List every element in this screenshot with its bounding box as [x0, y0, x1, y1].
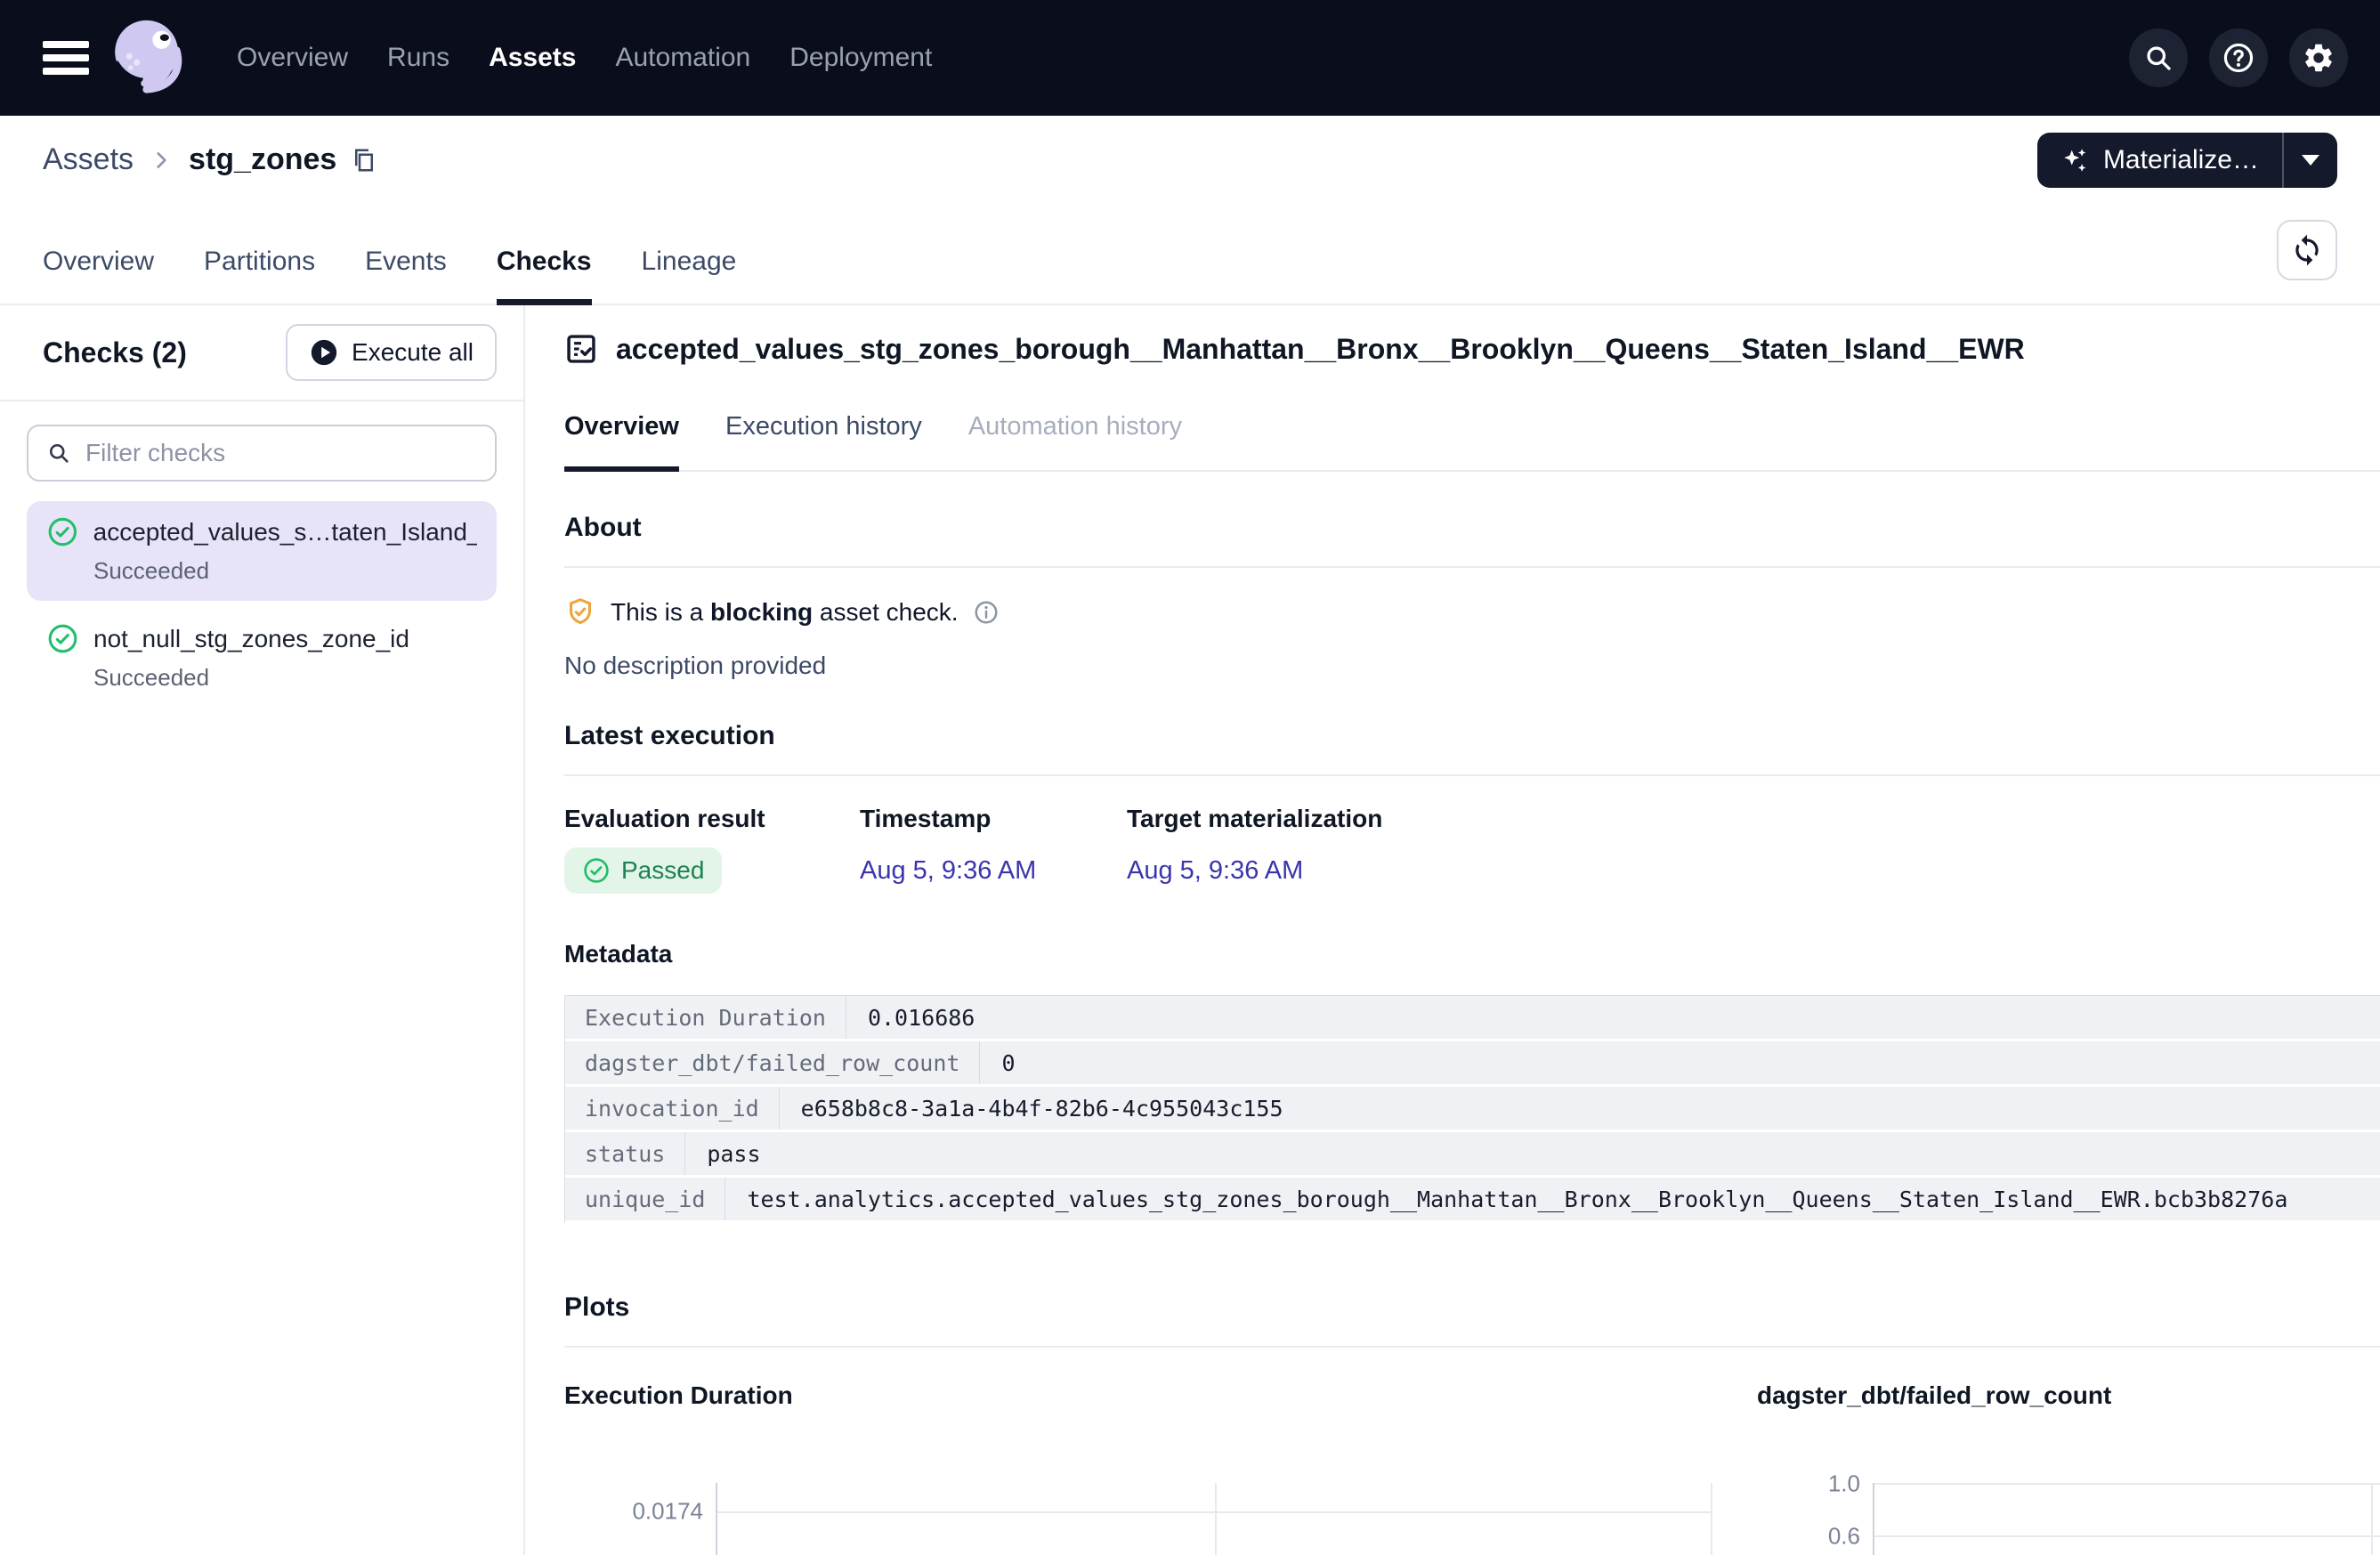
check-tab-automation-history[interactable]: Automation history	[968, 412, 1182, 470]
metadata-value: 0.016686	[846, 996, 2380, 1039]
failed-row-count-chart: dagster_dbt/failed_row_count 1.0 0.6	[1712, 1381, 2380, 1555]
play-circle-icon	[309, 337, 339, 368]
check-title: accepted_values_stg_zones_borough__Manha…	[616, 333, 2025, 366]
about-heading: About	[564, 513, 2380, 543]
metadata-value: test.analytics.accepted_values_stg_zones…	[725, 1178, 2380, 1220]
tab-lineage[interactable]: Lineage	[642, 247, 737, 304]
y-tick-label: 1.0	[1828, 1470, 1860, 1498]
checks-sidebar: Checks (2) Execute all	[0, 305, 525, 1555]
table-row: status pass	[565, 1132, 2380, 1178]
filter-checks-field[interactable]	[84, 438, 477, 468]
help-button[interactable]	[2209, 28, 2268, 87]
shield-check-icon	[564, 596, 596, 628]
nav-item-deployment[interactable]: Deployment	[789, 43, 932, 73]
success-check-icon	[46, 515, 79, 548]
metadata-value: 0	[980, 1041, 2380, 1084]
refresh-button[interactable]	[2277, 220, 2337, 280]
metadata-key: status	[565, 1132, 685, 1175]
settings-button[interactable]	[2289, 28, 2348, 87]
materialize-split-button: Materialize…	[2037, 133, 2337, 188]
chevron-right-icon	[150, 149, 173, 172]
execution-duration-chart: Execution Duration 0.0174	[564, 1381, 1712, 1555]
tab-checks[interactable]: Checks	[497, 247, 592, 304]
metadata-key: dagster_dbt/failed_row_count	[565, 1041, 980, 1084]
refresh-icon	[2290, 233, 2324, 267]
check-tab-overview[interactable]: Overview	[564, 412, 679, 470]
timestamp-header: Timestamp	[860, 805, 1127, 833]
search-button[interactable]	[2129, 28, 2188, 87]
metadata-value: e658b8c8-3a1a-4b4f-82b6-4c955043c155	[780, 1087, 2380, 1130]
check-tab-execution-history[interactable]: Execution history	[725, 412, 922, 470]
check-item-label: accepted_values_s…taten_Island_	[93, 518, 477, 547]
nav-item-automation[interactable]: Automation	[615, 43, 750, 73]
target-materialization-header: Target materialization	[1127, 805, 1501, 833]
table-row: dagster_dbt/failed_row_count 0	[565, 1041, 2380, 1087]
timestamp-link[interactable]: Aug 5, 9:36 AM	[860, 856, 1127, 886]
metadata-value: pass	[685, 1132, 2380, 1175]
metadata-key: invocation_id	[565, 1087, 780, 1130]
sparkle-icon	[2060, 145, 2091, 175]
search-icon	[2142, 42, 2174, 74]
chart-plot-area	[716, 1483, 1712, 1555]
copy-button[interactable]	[351, 147, 377, 174]
chevron-down-icon	[2302, 155, 2319, 166]
top-nav-items: Overview Runs Assets Automation Deployme…	[237, 43, 932, 73]
info-icon[interactable]	[973, 599, 1000, 626]
no-description-text: No description provided	[564, 652, 2380, 680]
hamburger-menu-icon[interactable]	[43, 41, 89, 75]
check-list-item-accepted-values[interactable]: accepted_values_s…taten_Island_ Succeede…	[27, 501, 497, 601]
check-tabs: Overview Execution history Automation hi…	[564, 412, 2380, 472]
passed-badge: Passed	[564, 847, 722, 894]
nav-item-runs[interactable]: Runs	[387, 43, 449, 73]
breadcrumb-assets-link[interactable]: Assets	[43, 142, 134, 177]
chart-plot-area	[1873, 1483, 2380, 1555]
search-icon	[46, 441, 71, 466]
page-title: stg_zones	[189, 142, 336, 177]
nav-item-assets[interactable]: Assets	[489, 43, 576, 73]
chart-title: dagster_dbt/failed_row_count	[1757, 1381, 2380, 1410]
table-row: invocation_id e658b8c8-3a1a-4b4f-82b6-4c…	[565, 1087, 2380, 1132]
breadcrumb: Assets stg_zones Materialize…	[0, 116, 2380, 204]
latest-execution-heading: Latest execution	[564, 721, 2380, 751]
check-item-status: Succeeded	[93, 664, 477, 692]
table-row: unique_id test.analytics.accepted_values…	[565, 1178, 2380, 1223]
table-row: Execution Duration 0.016686	[565, 996, 2380, 1041]
check-list-item-not-null[interactable]: not_null_stg_zones_zone_id Succeeded	[27, 608, 497, 708]
metadata-heading: Metadata	[564, 940, 2380, 968]
copy-icon	[351, 147, 377, 174]
tab-events[interactable]: Events	[365, 247, 447, 304]
evaluation-result-header: Evaluation result	[564, 805, 860, 833]
checks-count-title: Checks (2)	[43, 336, 187, 369]
y-tick-label: 0.6	[1828, 1523, 1860, 1551]
asset-tabs: Overview Partitions Events Checks Lineag…	[0, 204, 2380, 305]
metadata-table: Execution Duration 0.016686 dagster_dbt/…	[564, 995, 2380, 1223]
plots-heading: Plots	[564, 1292, 2380, 1323]
materialize-dropdown-button[interactable]	[2284, 133, 2337, 188]
target-materialization-link[interactable]: Aug 5, 9:36 AM	[1127, 856, 1501, 886]
nav-item-overview[interactable]: Overview	[237, 43, 348, 73]
help-icon	[2222, 41, 2255, 75]
dagster-logo-icon	[101, 10, 198, 106]
tab-overview[interactable]: Overview	[43, 247, 154, 304]
materialize-button[interactable]: Materialize…	[2037, 133, 2282, 188]
blocking-text: This is a blocking asset check.	[611, 598, 959, 627]
gear-icon	[2302, 41, 2335, 75]
y-tick-label: 0.0174	[632, 1498, 703, 1526]
execute-all-button[interactable]: Execute all	[286, 324, 497, 381]
tab-partitions[interactable]: Partitions	[204, 247, 315, 304]
filter-checks-input[interactable]	[27, 425, 497, 482]
top-nav: Overview Runs Assets Automation Deployme…	[0, 0, 2380, 116]
metadata-key: unique_id	[565, 1178, 725, 1220]
metadata-key: Execution Duration	[565, 996, 846, 1039]
check-detail-panel: accepted_values_stg_zones_borough__Manha…	[525, 305, 2380, 1555]
chart-title: Execution Duration	[564, 1381, 1712, 1410]
success-check-icon	[46, 622, 79, 655]
check-item-label: not_null_stg_zones_zone_id	[93, 625, 409, 653]
asset-check-icon	[564, 332, 598, 366]
check-item-status: Succeeded	[93, 557, 477, 585]
success-check-icon	[582, 856, 611, 885]
